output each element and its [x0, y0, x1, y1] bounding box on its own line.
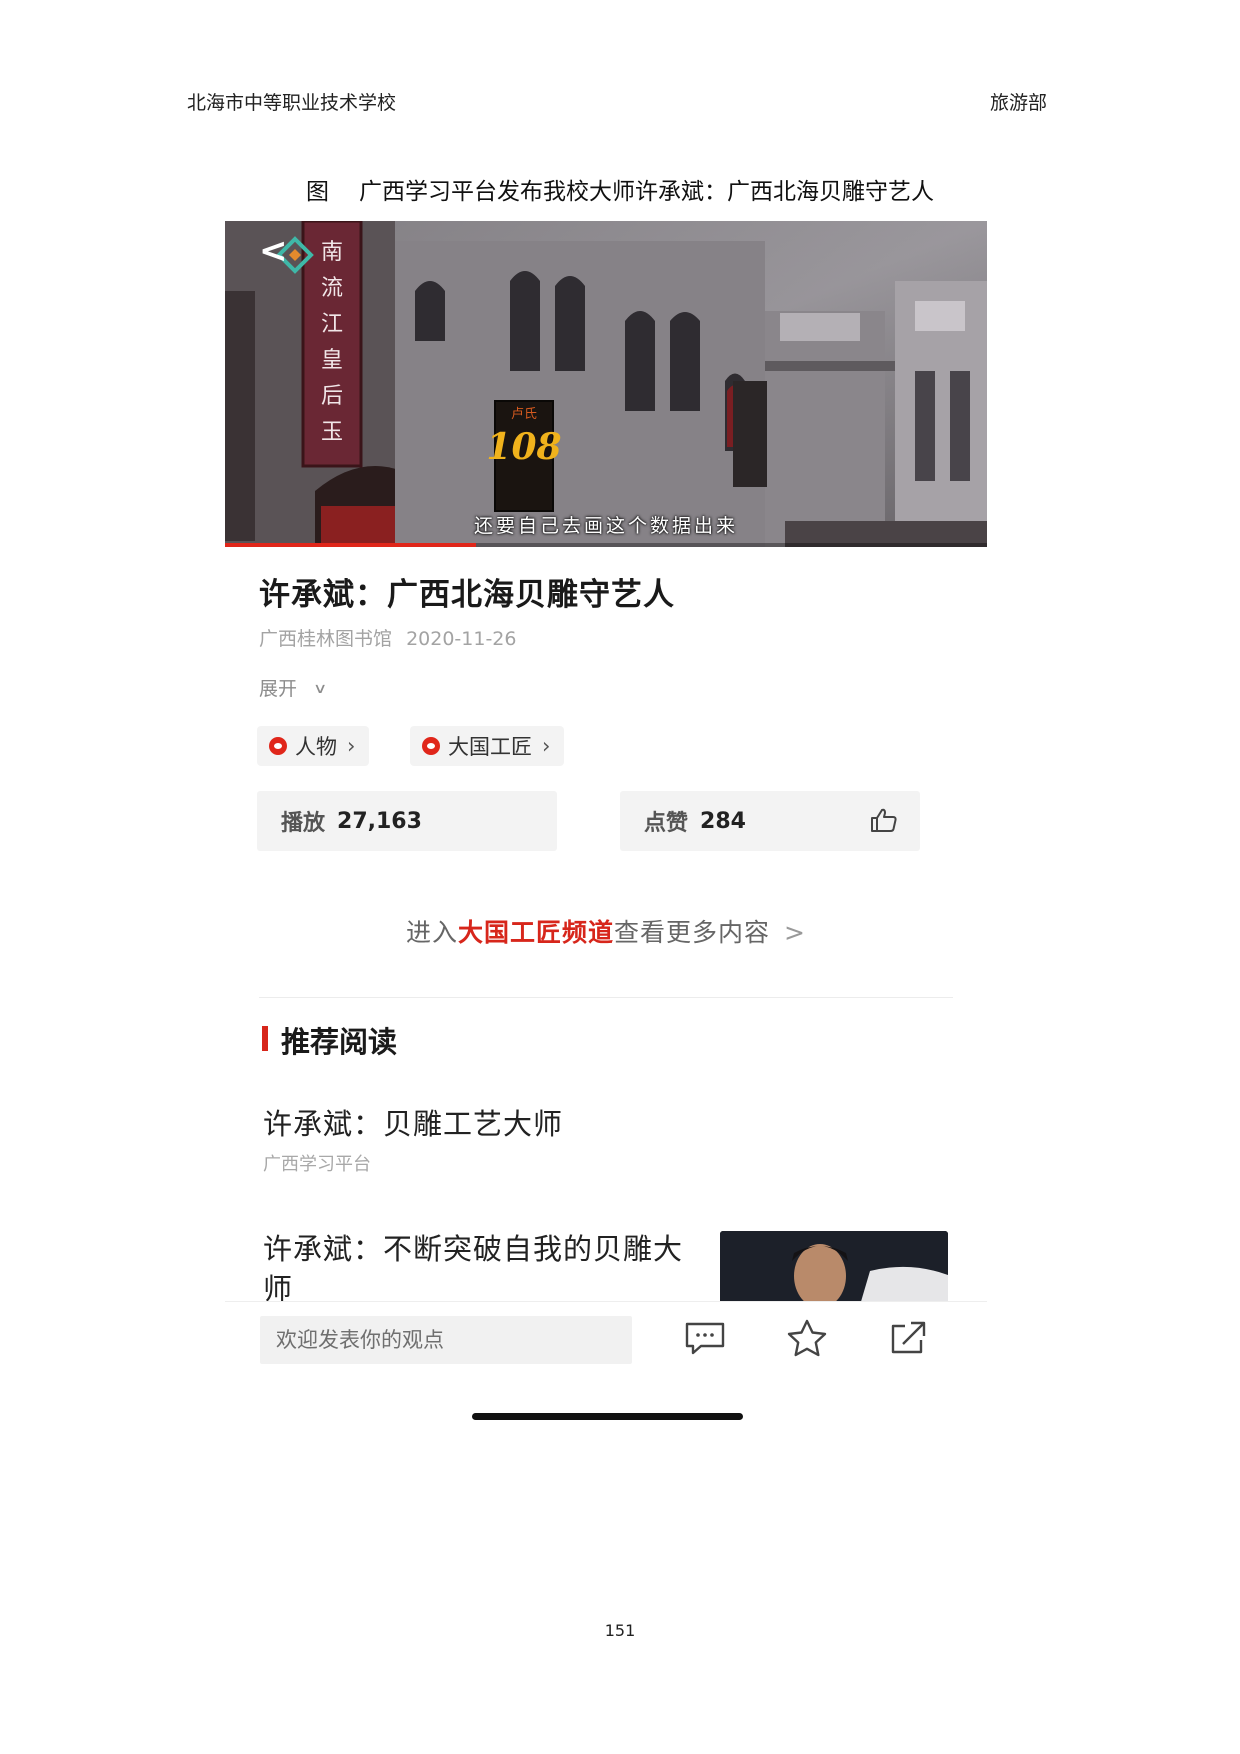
article-source: 广西桂林图书馆: [259, 628, 393, 650]
article-title: 许承斌：广西北海贝雕守艺人: [259, 577, 675, 613]
back-chevron-icon[interactable]: <: [259, 231, 288, 271]
chevron-right-icon: ›: [542, 734, 551, 758]
recommended-item-title[interactable]: 许承斌：贝雕工艺大师: [263, 1101, 563, 1143]
channel-link-highlight: 大国工匠频道: [458, 918, 615, 947]
recommended-item-thumbnail[interactable]: [720, 1231, 948, 1305]
video-player[interactable]: 南 流 江 皇 后 玉 卢氏 108 < 还要自己去画这个数据出来: [225, 221, 987, 547]
progress-fill: [225, 543, 477, 547]
video-frame: 南 流 江 皇 后 玉 卢氏 108: [225, 221, 987, 547]
sign-char: 江: [321, 312, 343, 337]
shop-sign-number: 108: [486, 426, 561, 468]
sign-char: 皇: [321, 348, 343, 373]
channel-link-suffix: 查看更多内容: [614, 918, 771, 947]
topic-tag-icon: [269, 737, 287, 755]
recommended-item-title[interactable]: 许承斌：不断突破自我的贝雕大师: [263, 1229, 683, 1307]
comment-input[interactable]: [260, 1316, 632, 1364]
article-meta: 广西桂林图书馆 2020-11-26: [259, 624, 516, 651]
topic-tag-label: 人物: [295, 735, 337, 759]
chevron-down-icon: ∨: [313, 681, 328, 697]
likes-label: 点赞: [644, 810, 689, 836]
plays-stat: 播放 27,163: [257, 791, 557, 851]
video-subtitle: 还要自己去画这个数据出来: [473, 515, 738, 537]
recommended-heading-text: 推荐阅读: [281, 1025, 398, 1059]
channel-link[interactable]: 进入大国工匠频道查看更多内容 >: [225, 913, 987, 949]
sign-char: 后: [321, 384, 343, 409]
plays-label: 播放: [281, 810, 326, 836]
plays-value: 27,163: [337, 808, 422, 834]
figure-caption: 图 广西学习平台发布我校大师许承斌：广西北海贝雕守艺人: [0, 172, 1240, 206]
recommended-heading: 推荐阅读: [259, 1019, 397, 1061]
topic-tag-icon: [422, 737, 440, 755]
like-button[interactable]: 点赞 284: [620, 791, 920, 851]
article-date: 2020-11-26: [406, 628, 517, 650]
topic-tag-label: 大国工匠: [448, 735, 532, 759]
home-indicator[interactable]: [472, 1413, 743, 1420]
comment-icon[interactable]: [683, 1318, 727, 1358]
department-name: 旅游部: [989, 92, 1047, 114]
chevron-right-icon: ›: [347, 734, 356, 758]
star-icon[interactable]: [785, 1318, 829, 1358]
recommended-item-source: 广西学习平台: [263, 1154, 371, 1175]
share-icon[interactable]: [887, 1318, 931, 1358]
caption-prefix: 图: [306, 179, 329, 205]
school-name: 北海市中等职业技术学校: [187, 92, 397, 114]
sign-char: 流: [321, 276, 343, 301]
expand-toggle[interactable]: 展开 ∨: [259, 674, 328, 701]
likes-value: 284: [700, 808, 746, 834]
section-divider: [259, 997, 953, 998]
thumbs-up-icon: [871, 808, 897, 832]
expand-label: 展开: [259, 678, 298, 700]
bottom-bar: [225, 1301, 987, 1372]
topic-tag[interactable]: 大国工匠 ›: [410, 726, 565, 766]
chevron-right-icon: >: [784, 918, 806, 947]
page-number: 151: [604, 1621, 636, 1640]
sign-char: 玉: [321, 420, 343, 445]
portrait-image: [720, 1231, 948, 1305]
sign-char: 南: [321, 240, 343, 265]
caption-text: 广西学习平台发布我校大师许承斌：广西北海贝雕守艺人: [359, 179, 934, 205]
topic-tag[interactable]: 人物 ›: [257, 726, 370, 766]
shop-sign-top: 卢氏: [511, 406, 537, 422]
app-screenshot: 南 流 江 皇 后 玉 卢氏 108 < 还要自己去画这个数据出来 许承斌：广西…: [225, 221, 987, 1421]
channel-link-prefix: 进入: [406, 918, 459, 947]
